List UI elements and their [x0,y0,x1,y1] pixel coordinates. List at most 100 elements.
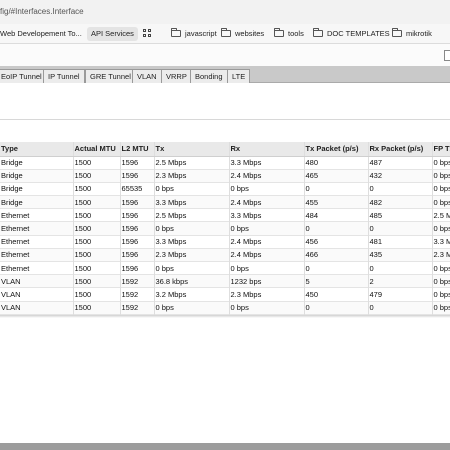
table-row[interactable]: Bridge1500655350 bps0 bps000 bps [0,182,450,196]
cell-rx: 3.3 Mbps [229,156,305,170]
table-bottom-edge [0,315,450,318]
cell-tx: 3.2 Mbps [154,287,230,302]
column-header-fp-tx[interactable]: FP Tx [432,142,450,157]
table-row[interactable]: Bridge 1500 1596 2.3 Mbps 2.4 Mbps 465 432 0 bp… [0,169,450,183]
column-header-l2-mtu[interactable]: L2 MTU [120,142,155,157]
column-header-rx[interactable]: Rx [229,142,305,157]
bookmark-label: tools [288,29,304,38]
cell-type: Ethernet [0,208,74,222]
cell-l2-mtu: 1596 [120,156,155,170]
bookmark-label: javascript [185,29,217,38]
cell-tx-packet: 0 [304,301,369,315]
cell-tx: 2.3 Mbps [154,248,230,262]
cell-l2-mtu: 1596 [120,208,155,222]
cell-rx-packet: 435 [368,248,433,262]
table-row[interactable]: Bridge 1500 1596 3.3 Mbps 2.4 Mbps 455 482 0 bp… [0,195,450,209]
column-header-rx-packet[interactable]: Rx Packet (p/s) [368,142,433,157]
table-row[interactable]: Ethernet 1500 1596 2.3 Mbps 2.4 Mbps 466 435 2.… [0,248,450,262]
column-header-tx-packet[interactable]: Tx Packet (p/s) [304,142,369,157]
bookmark-label: websites [235,29,265,38]
column-header-type[interactable]: Type [0,142,74,157]
table-row[interactable]: Ethernet 1500 1596 3.3 Mbps 2.4 Mbps 456 481 3.… [0,235,450,249]
cell-tx-packet: 450 [304,287,369,302]
tab-lte[interactable]: LTE [227,69,251,83]
tab-vrrp[interactable]: VRRP [161,69,192,83]
table-row[interactable]: Ethernet150015960 bps0 bps000 bps [0,221,450,236]
cell-actual-mtu: 1500 [73,182,121,196]
cell-rx-packet: 432 [368,169,433,183]
cell-tx-packet: 5 [304,274,369,288]
cell-fp-tx: 2.3 M [432,248,450,262]
cell-fp-tx: 0 bps [432,195,450,209]
table-row[interactable]: Bridge 1500 1596 2.5 Mbps 3.3 Mbps 480 487 0 bp… [0,156,450,170]
folder-icon [392,28,402,37]
cell-actual-mtu: 1500 [73,301,121,315]
table-row[interactable]: Ethernet150015960 bps0 bps000 bps [0,261,450,275]
cell-type: Bridge [0,182,74,196]
bookmark-folder-tools[interactable]: tools [274,27,304,41]
cell-fp-tx: 0 bps [432,261,450,275]
cell-rx-packet: 479 [368,287,433,302]
toolbar-input[interactable] [444,50,450,61]
cell-actual-mtu: 1500 [73,208,121,222]
cell-actual-mtu: 1500 [73,248,121,262]
tab-ip-tunnel[interactable]: IP Tunnel [43,69,85,83]
table-row[interactable]: VLAN150015920 bps0 bps000 bps [0,301,450,315]
cell-actual-mtu: 1500 [73,195,121,209]
cell-actual-mtu: 1500 [73,261,121,275]
cell-type: VLAN [0,301,74,315]
url-text[interactable]: fig/#Interfaces.Interface [0,7,84,16]
folder-icon [313,28,323,37]
cell-actual-mtu: 1500 [73,274,121,288]
table-row[interactable]: Ethernet 1500 1596 2.5 Mbps 3.3 Mbps 484 485 2.… [0,208,450,222]
cell-tx-packet: 465 [304,169,369,183]
cell-rx-packet: 0 [368,301,433,315]
cell-fp-tx: 0 bps [432,182,450,196]
cell-rx: 2.4 Mbps [229,195,305,209]
table-header-row: Type Actual MTU L2 MTU Tx Rx Tx Packet (… [0,142,450,157]
apps-grid-icon[interactable] [143,29,152,38]
cell-rx-packet: 2 [368,274,433,288]
bookmark-folder-javascript[interactable]: javascript [171,27,217,41]
cell-rx: 3.3 Mbps [229,208,305,222]
cell-fp-tx: 0 bps [432,301,450,315]
cell-tx: 2.5 Mbps [154,156,230,170]
cell-type: Bridge [0,195,74,209]
cell-l2-mtu: 1596 [120,261,155,275]
table-row[interactable]: VLAN150015923.2 Mbps2.3 Mbps4504790 bps [0,287,450,302]
cell-rx: 0 bps [229,182,305,196]
column-header-tx[interactable]: Tx [154,142,230,157]
bottom-status-bar [0,443,450,450]
bookmark-web-development-tools[interactable]: Web Developement To... [0,27,82,41]
address-bar[interactable]: fig/#Interfaces.Interface [0,0,450,24]
cell-rx-packet: 481 [368,235,433,249]
cell-rx: 1232 bps [229,274,305,288]
cell-type: Ethernet [0,248,74,262]
cell-type: Ethernet [0,221,74,236]
table-row[interactable]: VLAN1500159236.8 kbps1232 bps520 bps [0,274,450,288]
cell-rx: 2.4 Mbps [229,248,305,262]
cell-tx-packet: 0 [304,261,369,275]
bookmark-api-services[interactable]: API Services [87,27,138,41]
cell-actual-mtu: 1500 [73,287,121,302]
interface-tabs: EoIP Tunnel IP Tunnel GRE Tunnel VLAN VR… [0,66,450,83]
bookmark-folder-mikrotik[interactable]: mikrotik [392,27,432,41]
interface-table: Type Actual MTU L2 MTU Tx Rx Tx Packet (… [0,142,450,315]
tab-gre-tunnel[interactable]: GRE Tunnel [85,69,136,83]
cell-rx-packet: 0 [368,221,433,236]
cell-tx-packet: 480 [304,156,369,170]
cell-tx: 0 bps [154,221,230,236]
cell-type: Ethernet [0,235,74,249]
cell-tx: 0 bps [154,261,230,275]
bookmark-folder-doc-templates[interactable]: DOC TEMPLATES [313,27,390,41]
tab-bonding[interactable]: Bonding [190,69,228,83]
cell-tx-packet: 456 [304,235,369,249]
tab-eoip-tunnel[interactable]: EoIP Tunnel [0,69,47,83]
cell-rx: 0 bps [229,301,305,315]
bookmark-folder-websites[interactable]: websites [221,27,264,41]
cell-rx: 0 bps [229,221,305,236]
bookmark-label: mikrotik [406,29,432,38]
cell-l2-mtu: 1592 [120,301,155,315]
column-header-actual-mtu[interactable]: Actual MTU [73,142,121,157]
tab-vlan[interactable]: VLAN [132,69,162,83]
